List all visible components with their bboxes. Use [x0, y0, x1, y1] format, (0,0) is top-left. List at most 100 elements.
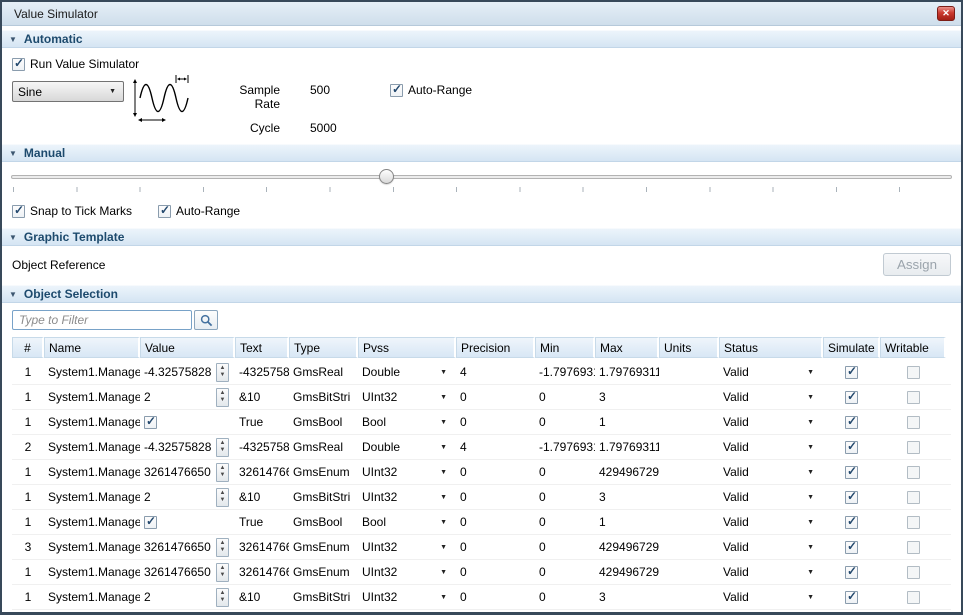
simulate-checkbox[interactable] — [845, 416, 858, 429]
status-dropdown[interactable]: Valid ▼ — [719, 560, 823, 584]
simulate-checkbox[interactable] — [845, 491, 858, 504]
simulate-checkbox[interactable] — [845, 466, 858, 479]
pvss-dropdown[interactable]: UInt32 ▼ — [358, 560, 456, 584]
pvss-dropdown[interactable]: UInt32 ▼ — [358, 585, 456, 609]
status-dropdown[interactable]: Valid ▼ — [719, 535, 823, 559]
status-dropdown[interactable]: Valid ▼ — [719, 460, 823, 484]
value-cell[interactable]: 2 ▲▼ — [140, 385, 235, 409]
value-spinner[interactable]: ▲▼ — [216, 488, 229, 507]
spin-down-icon[interactable]: ▼ — [220, 572, 226, 579]
writable-checkbox[interactable] — [907, 566, 920, 579]
value-cell[interactable]: ▲▼ — [140, 410, 235, 434]
value-bool-checkbox[interactable] — [144, 516, 157, 529]
simulate-checkbox[interactable] — [845, 366, 858, 379]
pvss-dropdown[interactable]: Bool ▼ — [358, 410, 456, 434]
column-header-name[interactable]: Name — [44, 337, 140, 358]
simulate-checkbox[interactable] — [845, 591, 858, 604]
automatic-auto-range-checkbox[interactable] — [390, 84, 403, 97]
run-value-simulator-checkbox[interactable] — [12, 58, 25, 71]
value-spinner[interactable]: ▲▼ — [216, 388, 229, 407]
status-dropdown[interactable]: Valid ▼ — [719, 385, 823, 409]
column-header-precision[interactable]: Precision — [456, 337, 535, 358]
spin-up-icon[interactable]: ▲ — [220, 465, 226, 472]
spin-up-icon[interactable]: ▲ — [220, 440, 226, 447]
status-dropdown[interactable]: Valid ▼ — [719, 410, 823, 434]
writable-checkbox[interactable] — [907, 516, 920, 529]
table-row[interactable]: 1 System1.Managen -4.32575828 ▲▼ -432575… — [12, 360, 951, 385]
writable-checkbox[interactable] — [907, 491, 920, 504]
status-dropdown[interactable]: Valid ▼ — [719, 360, 823, 384]
slider-track[interactable] — [11, 175, 952, 179]
simulate-checkbox[interactable] — [845, 391, 858, 404]
writable-checkbox[interactable] — [907, 441, 920, 454]
value-spinner[interactable]: ▲▼ — [216, 538, 229, 557]
section-header-manual[interactable]: ▼ Manual — [2, 144, 961, 162]
value-cell[interactable]: -4.32575828 ▲▼ — [140, 435, 235, 459]
column-header-units[interactable]: Units — [659, 337, 719, 358]
spin-down-icon[interactable]: ▼ — [220, 472, 226, 479]
waveform-dropdown[interactable]: Sine ▼ — [12, 81, 124, 102]
column-header-value[interactable]: Value — [140, 337, 235, 358]
spin-down-icon[interactable]: ▼ — [220, 397, 226, 404]
value-cell[interactable]: 3261476650 ▲▼ — [140, 460, 235, 484]
table-row[interactable]: 1 System1.Managen 2 ▲▼ &10 GmsBitStri UI… — [12, 385, 951, 410]
spin-down-icon[interactable]: ▼ — [220, 447, 226, 454]
value-spinner[interactable]: ▲▼ — [216, 563, 229, 582]
pvss-dropdown[interactable]: Bool ▼ — [358, 610, 456, 615]
spin-down-icon[interactable]: ▼ — [220, 547, 226, 554]
value-cell[interactable]: 3261476650 ▲▼ — [140, 560, 235, 584]
table-row[interactable]: 2 System1.Managen -4.32575828 ▲▼ -432575… — [12, 435, 951, 460]
column-header-pvss[interactable]: Pvss — [358, 337, 456, 358]
simulate-checkbox[interactable] — [845, 541, 858, 554]
column-header-status[interactable]: Status — [719, 337, 823, 358]
value-spinner[interactable]: ▲▼ — [216, 588, 229, 607]
value-cell[interactable]: -4.32575828 ▲▼ — [140, 360, 235, 384]
status-dropdown[interactable]: Valid ▼ — [719, 610, 823, 615]
column-header-simulate[interactable]: Simulate — [823, 337, 880, 358]
table-row[interactable]: 1 System1.Managen ▲▼ True GmsBool Bool ▼… — [12, 510, 951, 535]
table-row[interactable]: 1 System1.Managen ▲▼ True GmsBool Bool ▼… — [12, 410, 951, 435]
value-cell[interactable]: ▲▼ — [140, 510, 235, 534]
value-spinner[interactable]: ▲▼ — [216, 363, 229, 382]
value-cell[interactable]: 2 ▲▼ — [140, 585, 235, 609]
pvss-dropdown[interactable]: UInt32 ▼ — [358, 535, 456, 559]
simulate-checkbox[interactable] — [845, 516, 858, 529]
section-header-automatic[interactable]: ▼ Automatic — [2, 30, 961, 48]
column-header-text[interactable]: Text — [235, 337, 289, 358]
spin-up-icon[interactable]: ▲ — [220, 565, 226, 572]
table-row[interactable]: 1 System1.Managen 2 ▲▼ &10 GmsBitStri UI… — [12, 585, 951, 610]
pvss-dropdown[interactable]: Bool ▼ — [358, 510, 456, 534]
titlebar[interactable]: Value Simulator ✕ — [2, 2, 961, 26]
close-button[interactable]: ✕ — [937, 6, 955, 21]
status-dropdown[interactable]: Valid ▼ — [719, 585, 823, 609]
snap-to-tick-marks-checkbox[interactable] — [12, 205, 25, 218]
value-cell[interactable]: ▲▼ — [140, 610, 235, 615]
value-spinner[interactable]: ▲▼ — [216, 438, 229, 457]
spin-down-icon[interactable]: ▼ — [220, 372, 226, 379]
assign-button[interactable]: Assign — [883, 253, 951, 276]
writable-checkbox[interactable] — [907, 391, 920, 404]
writable-checkbox[interactable] — [907, 591, 920, 604]
status-dropdown[interactable]: Valid ▼ — [719, 485, 823, 509]
status-dropdown[interactable]: Valid ▼ — [719, 510, 823, 534]
section-header-graphic-template[interactable]: ▼ Graphic Template — [2, 228, 961, 246]
column-header-type[interactable]: Type — [289, 337, 358, 358]
simulate-checkbox[interactable] — [845, 566, 858, 579]
spin-up-icon[interactable]: ▲ — [220, 490, 226, 497]
pvss-dropdown[interactable]: UInt32 ▼ — [358, 485, 456, 509]
pvss-dropdown[interactable]: Double ▼ — [358, 435, 456, 459]
search-button[interactable] — [194, 310, 218, 330]
pvss-dropdown[interactable]: UInt32 ▼ — [358, 460, 456, 484]
value-spinner[interactable]: ▲▼ — [216, 463, 229, 482]
spin-up-icon[interactable]: ▲ — [220, 590, 226, 597]
pvss-dropdown[interactable]: Double ▼ — [358, 360, 456, 384]
simulate-checkbox[interactable] — [845, 441, 858, 454]
writable-checkbox[interactable] — [907, 541, 920, 554]
value-bool-checkbox[interactable] — [144, 416, 157, 429]
column-header-writable[interactable]: Writable — [880, 337, 946, 358]
status-dropdown[interactable]: Valid ▼ — [719, 435, 823, 459]
table-row[interactable]: 1 System1.Managen 3261476650 ▲▼ 32614766… — [12, 460, 951, 485]
manual-slider[interactable] — [11, 166, 952, 202]
pvss-dropdown[interactable]: UInt32 ▼ — [358, 385, 456, 409]
column-header-min[interactable]: Min — [535, 337, 595, 358]
